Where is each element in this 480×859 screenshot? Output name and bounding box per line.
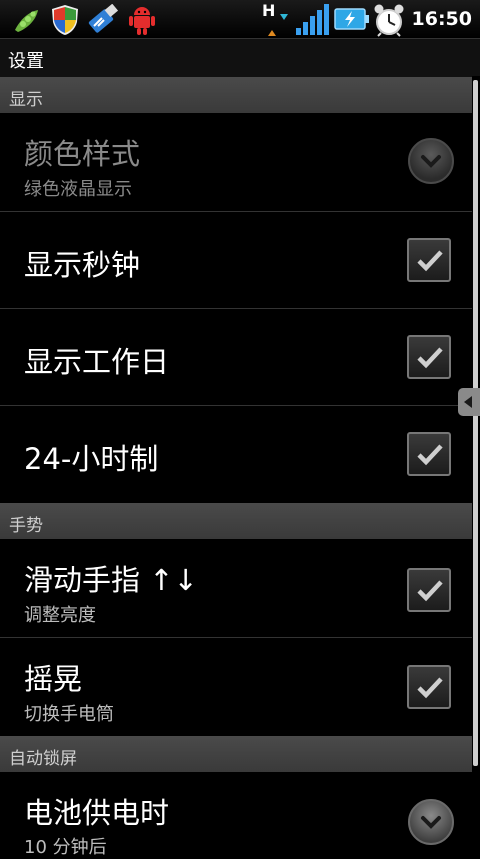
setting-summary: 调整亮度 [24,605,96,626]
battery-charging-icon [334,8,370,34]
section-header-auto-lock: 自动锁屏 [0,736,472,772]
checkbox-24-hour[interactable] [407,432,451,476]
signal-icon [294,4,330,40]
title-bar: 设置 [0,38,480,78]
setting-24-hour[interactable]: 24-小时制 [0,406,472,503]
setting-title: 显示工作日 [24,345,170,379]
setting-summary: 切换手电筒 [24,704,114,725]
setting-battery-power[interactable]: 电池供电时 10 分钟后 [0,772,472,858]
checkbox-show-weekday[interactable] [407,335,451,379]
setting-color-style[interactable]: 颜色样式 绿色液晶显示 [0,113,472,212]
network-h-icon: H [260,0,292,42]
section-header-label: 显示 [9,90,43,110]
section-header-gestures: 手势 [0,503,472,539]
dropdown-chevron-icon[interactable] [408,799,454,845]
setting-summary: 10 分钟后 [24,837,107,858]
peapod-icon [12,6,42,38]
alarm-clock-icon [372,3,406,41]
setting-title: 显示秒钟 [24,248,141,282]
checkbox-show-seconds[interactable] [407,238,451,282]
setting-title: 摇晃 [24,662,83,696]
usb-icon [86,3,122,40]
status-bar: H 16:50 [0,0,480,38]
setting-swipe-finger[interactable]: 滑动手指 ↑↓ 调整亮度 [0,539,472,638]
android-icon [126,4,158,40]
section-header-label: 手势 [9,516,43,536]
setting-show-weekday[interactable]: 显示工作日 [0,309,472,406]
checkbox-shake[interactable] [407,665,451,709]
setting-title: 电池供电时 [24,796,170,830]
scrollbar-thumb[interactable] [473,80,478,766]
setting-title: 24-小时制 [24,442,159,476]
dropdown-chevron-icon[interactable] [408,138,454,184]
shield-icon [50,4,80,40]
setting-summary: 绿色液晶显示 [24,179,132,200]
side-drawer-handle[interactable] [458,388,480,416]
setting-title: 颜色样式 [24,137,141,171]
setting-title: 滑动手指 ↑↓ [24,563,198,597]
setting-show-seconds[interactable]: 显示秒钟 [0,212,472,309]
svg-text:H: H [262,1,275,20]
clock-time: 16:50 [411,8,472,30]
setting-shake[interactable]: 摇晃 切换手电筒 [0,638,472,736]
checkbox-swipe-finger[interactable] [407,568,451,612]
page-title: 设置 [8,51,44,72]
section-header-display: 显示 [0,77,472,113]
section-header-label: 自动锁屏 [9,749,77,769]
